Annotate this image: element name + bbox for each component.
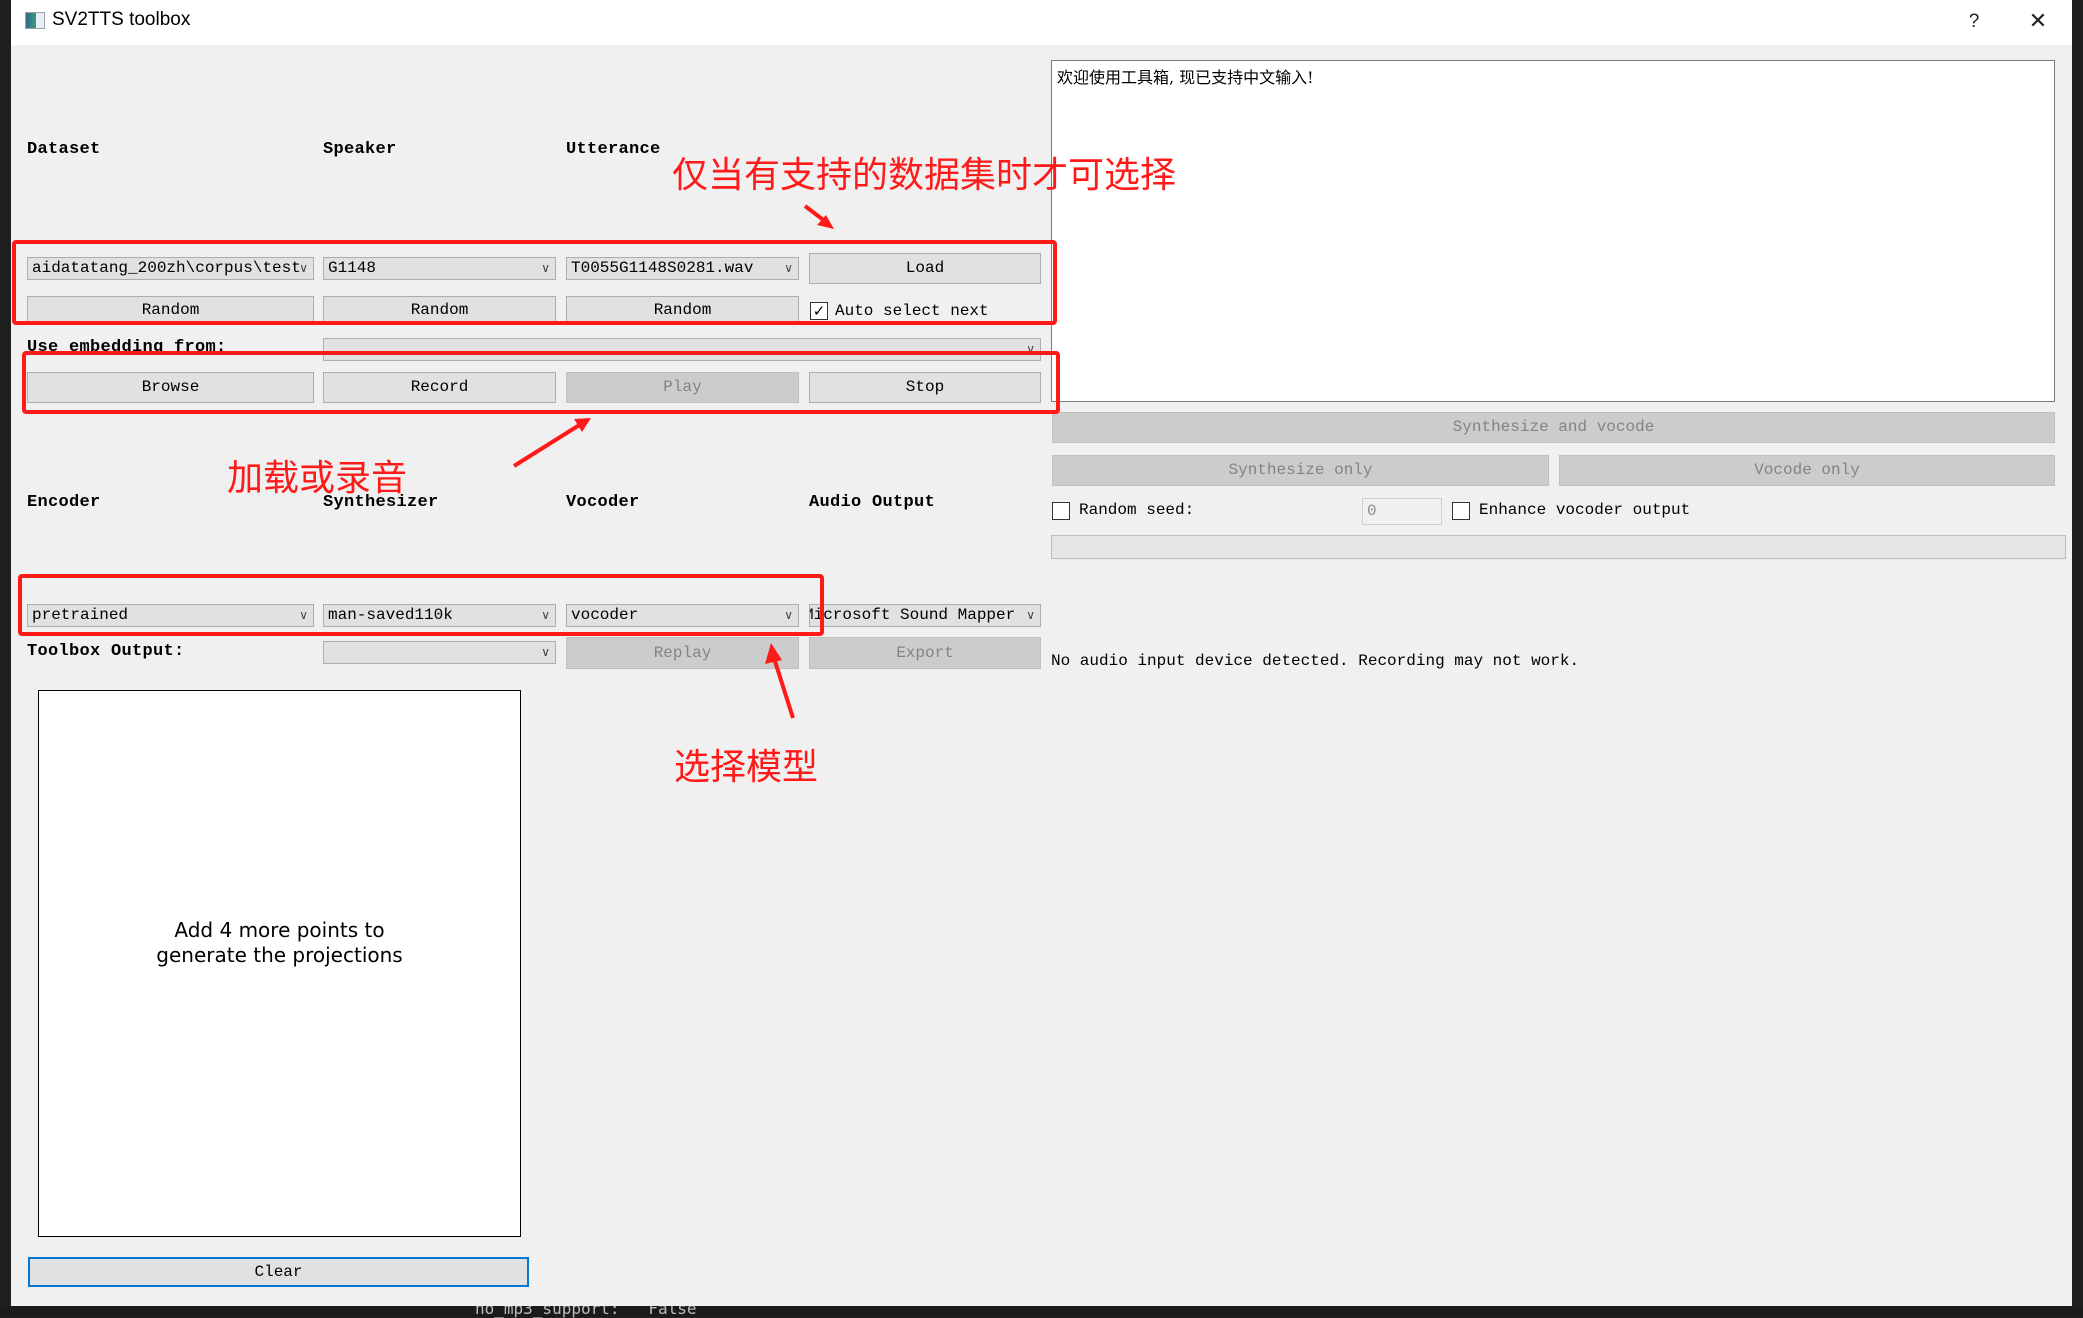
- arrow-icon: [765, 643, 795, 719]
- arrow-icon: [512, 418, 591, 468]
- background-editor-strip: [0, 0, 11, 1317]
- arrow-icon: [803, 204, 834, 229]
- background-terminal: [0, 1306, 2083, 1317]
- annotation-arrows: [512, 204, 834, 719]
- toolbox-window: SV2TTS toolbox ? ✕ Dataset Speaker Utter…: [11, 0, 2072, 1306]
